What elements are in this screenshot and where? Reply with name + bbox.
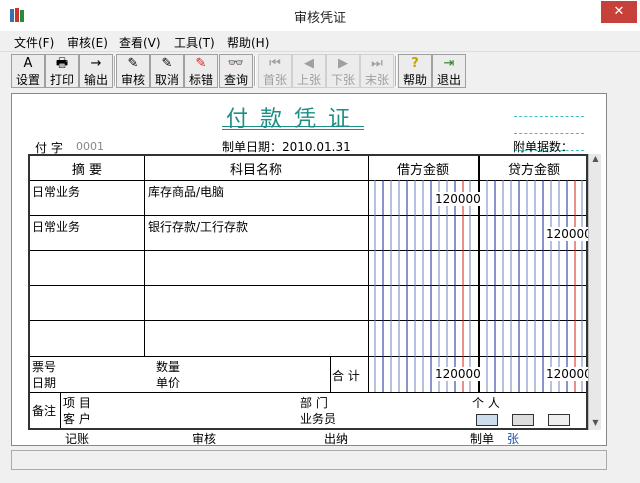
credit-total: 120000 [545,367,593,381]
col-header-summary: 摘 要 [71,163,103,178]
row-1-account[interactable]: 库存商品/电脑 [148,183,224,200]
row-1-debit[interactable]: 120000 [434,192,482,206]
help-icon: ? [411,56,419,71]
exit-icon: ⇥ [443,56,455,71]
total-label: 合 计 [332,369,360,383]
prev-button[interactable]: ◀ 上张 [292,54,326,88]
row-2-credit[interactable]: 120000 [545,227,593,241]
audit-label: 审核 [192,432,217,446]
department-label: 部 门 [300,396,328,410]
col-divider [144,156,145,356]
col-header-account: 科目名称 [229,163,282,178]
title-bar: 审核凭证 ✕ [0,0,640,31]
query-button[interactable]: 👓 查询 [219,54,253,88]
help-button[interactable]: ? 帮助 [398,54,432,88]
col-header-credit: 贷方金额 [507,163,560,178]
menu-file[interactable]: 文件(F) [14,34,54,51]
toolbar-separator [395,56,397,86]
printer-icon: 🖶 [55,56,69,71]
menu-help[interactable]: 帮助(H) [227,34,269,51]
menu-bar: 文件(F) 审核(E) 查看(V) 工具(T) 帮助(H) [0,31,640,51]
toolbar: A 设置 🖶 打印 → 输出 ✎ 审核 ✎ 取消 ✎ 标错 👓 查询 ⏮ 首张 … [0,51,640,89]
print-button[interactable]: 🖶 打印 [45,54,79,88]
next-button[interactable]: ▶ 下张 [326,54,360,88]
close-button[interactable]: ✕ [601,1,637,23]
pen-icon[interactable] [548,414,570,426]
status-bar [11,450,607,470]
toolbar-separator [254,56,256,86]
calculator-icon[interactable] [512,414,534,426]
decor-dash [514,133,584,134]
mark-error-icon: ✎ [195,56,207,71]
customer-label: 客 户 [63,412,91,426]
maker-name: 张 [507,432,520,446]
audit-button[interactable]: ✎ 审核 [116,54,150,88]
voucher-number[interactable]: 0001 [76,140,104,153]
note-icon[interactable] [476,414,498,426]
credit-digit-lines [486,180,583,392]
window-title: 审核凭证 [293,11,346,26]
project-label: 项 目 [63,396,91,410]
cancel-icon: ✎ [161,56,173,71]
attachments-label: 附单据数： [513,140,574,154]
maker-label: 制单 [470,432,495,446]
ticket-no-label: 票号 [32,360,57,374]
row-divider [30,392,586,393]
voucher-grid: 摘 要 科目名称 借方金额 贷方金额 日常业务 库存商品/电脑 120000 日… [28,154,593,430]
export-icon: → [90,56,102,71]
quantity-label: 数量 [156,360,181,374]
voucher-date: 制单日期：2010.01.31 [222,140,351,154]
prev-icon: ◀ [304,56,314,71]
row-2-account[interactable]: 银行存款/工行存款 [148,218,248,235]
exit-button[interactable]: ⇥ 退出 [432,54,466,88]
row-1-summary[interactable]: 日常业务 [32,183,80,200]
menu-audit[interactable]: 审核(E) [67,34,108,51]
total-divider [330,356,331,392]
debit-total: 120000 [434,367,482,381]
row-2-summary[interactable]: 日常业务 [32,218,80,235]
col-header-debit: 借方金额 [396,163,449,178]
voucher-title-underline [222,126,364,130]
settings-button[interactable]: A 设置 [11,54,45,88]
scroll-up-icon[interactable]: ▲ [590,154,601,166]
menu-view[interactable]: 查看(V) [119,34,161,51]
first-icon: ⏮ [269,56,281,71]
bookkeeping-label: 记账 [65,432,90,446]
remarks-label: 备注 [32,404,57,418]
last-icon: ⏭ [371,56,383,71]
audit-icon: ✎ [127,56,139,71]
remarks-divider [60,392,61,428]
cashier-label: 出纳 [324,432,349,446]
next-icon: ▶ [338,56,348,71]
cancel-button[interactable]: ✎ 取消 [150,54,184,88]
scroll-down-icon[interactable]: ▼ [590,418,601,430]
unit-price-label: 单价 [156,376,181,390]
first-button[interactable]: ⏮ 首张 [258,54,292,88]
vertical-scrollbar[interactable]: ▲ ▼ [588,154,601,430]
binoculars-icon: 👓 [227,56,245,71]
individual-label: 个 人 [472,396,500,410]
debit-digit-lines [374,180,471,392]
export-button[interactable]: → 输出 [79,54,113,88]
mark-error-button[interactable]: ✎ 标错 [184,54,218,88]
settings-icon: A [23,56,33,71]
menu-tools[interactable]: 工具(T) [174,34,215,51]
date-label: 日期 [32,376,57,390]
last-button[interactable]: ⏭ 末张 [360,54,394,88]
salesman-label: 业务员 [300,412,337,426]
decor-dash [514,116,584,117]
